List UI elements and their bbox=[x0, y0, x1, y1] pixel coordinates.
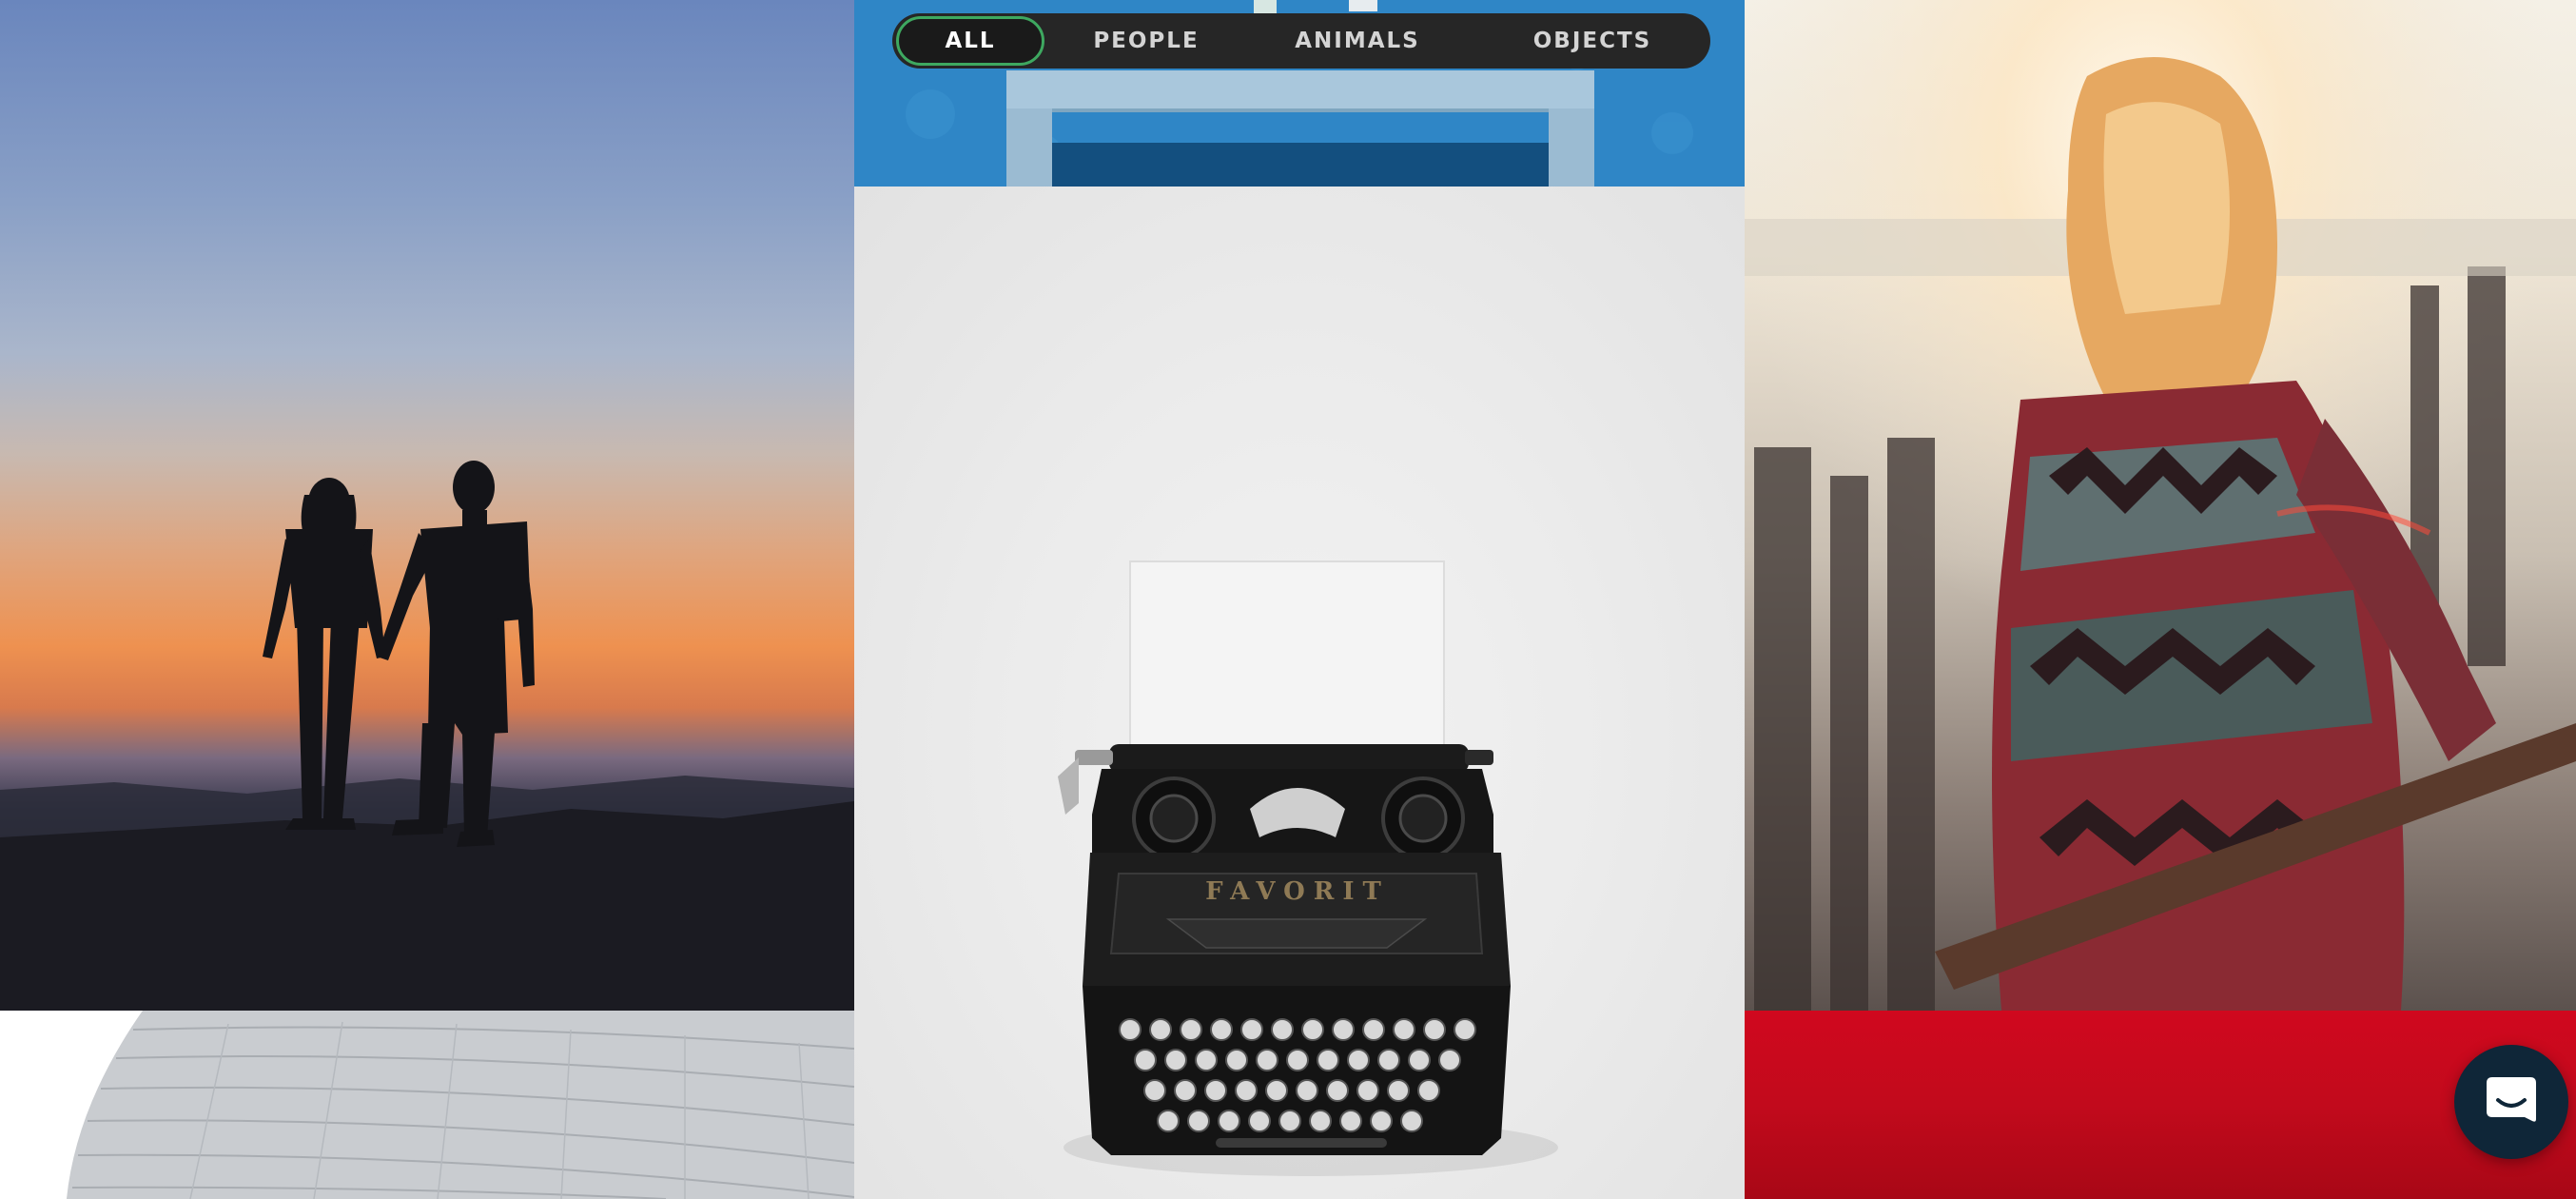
filter-all-button[interactable]: ALL bbox=[896, 16, 1044, 66]
typewriter-brand: FAVORIT bbox=[1205, 877, 1390, 906]
photo-typewriter[interactable]: FAVORIT bbox=[854, 187, 1745, 1199]
photo-red-abstract[interactable] bbox=[1745, 1011, 2576, 1199]
woman-blanket-illustration bbox=[1745, 0, 2576, 1011]
filter-animals-button[interactable]: ANIMALS bbox=[1248, 16, 1467, 66]
photo-gallery: FAVORIT ALL PEOPLE ANIMALS OBJECTS bbox=[0, 0, 2576, 1199]
typewriter-illustration: FAVORIT bbox=[1058, 560, 1558, 1176]
photo-woman-blanket[interactable] bbox=[1745, 0, 2576, 1011]
chat-launcher-button[interactable] bbox=[2454, 1045, 2568, 1159]
photo-curved-building[interactable] bbox=[0, 1011, 854, 1199]
couple-silhouette-illustration bbox=[0, 461, 854, 1011]
filter-people-button[interactable]: PEOPLE bbox=[1056, 16, 1237, 66]
photo-couple-sunset[interactable] bbox=[0, 0, 854, 1011]
filter-objects-button[interactable]: OBJECTS bbox=[1478, 16, 1707, 66]
building-facade-illustration bbox=[0, 1011, 854, 1199]
category-filter-bar: ALL PEOPLE ANIMALS OBJECTS bbox=[892, 13, 1710, 69]
chat-bubble-icon bbox=[2483, 1071, 2540, 1133]
